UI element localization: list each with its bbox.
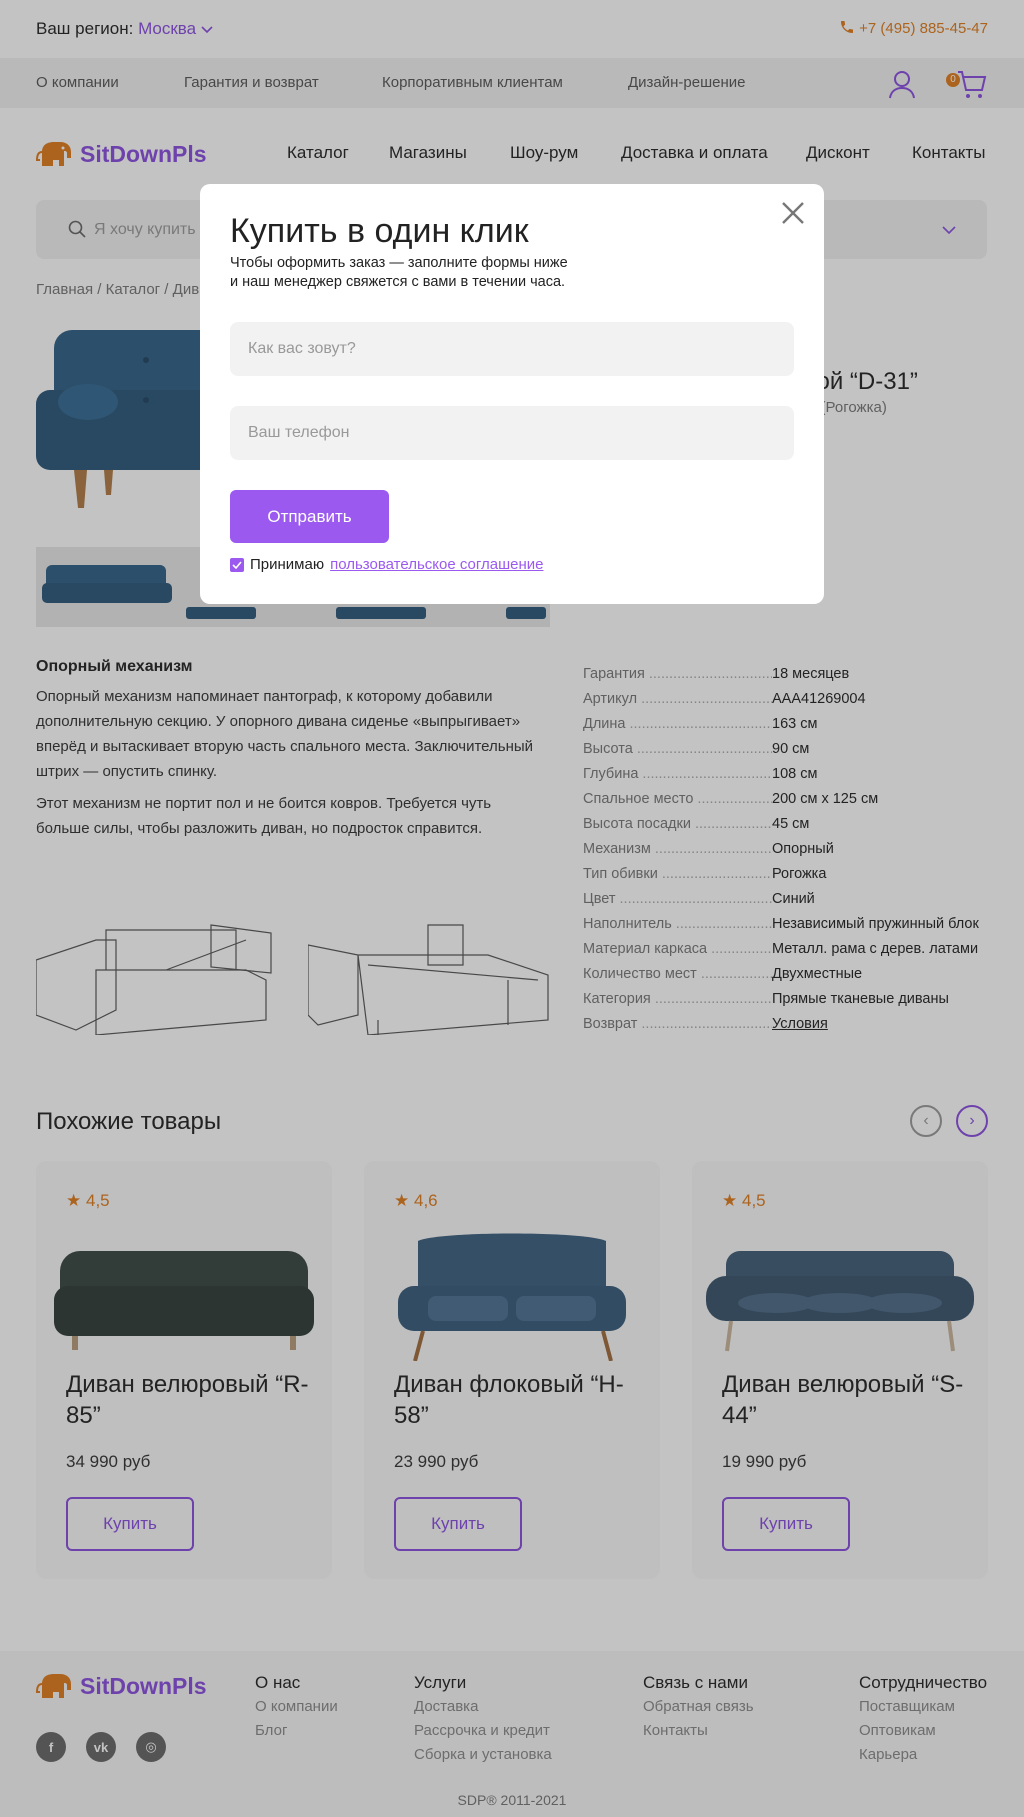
- close-icon[interactable]: [780, 200, 806, 226]
- agreement-checkbox[interactable]: [230, 557, 244, 572]
- check-icon: [232, 560, 242, 569]
- submit-button[interactable]: Отправить: [230, 490, 389, 543]
- agreement-link[interactable]: пользовательское соглашение: [330, 556, 543, 573]
- modal-description-line: Чтобы оформить заказ — заполните формы н…: [230, 255, 568, 271]
- modal-description-line: и наш менеджер свяжется с вами в течении…: [230, 274, 566, 290]
- modal-description: Чтобы оформить заказ — заполните формы н…: [230, 254, 610, 292]
- name-field[interactable]: [230, 322, 794, 376]
- phone-field[interactable]: [230, 406, 794, 460]
- buy-one-click-modal: Купить в один клик Чтобы оформить заказ …: [200, 184, 824, 604]
- modal-title: Купить в один клик: [230, 212, 529, 250]
- agreement-label: Принимаю: [250, 556, 325, 573]
- agreement-checkbox-row: Принимаю пользовательское соглашение: [230, 556, 543, 573]
